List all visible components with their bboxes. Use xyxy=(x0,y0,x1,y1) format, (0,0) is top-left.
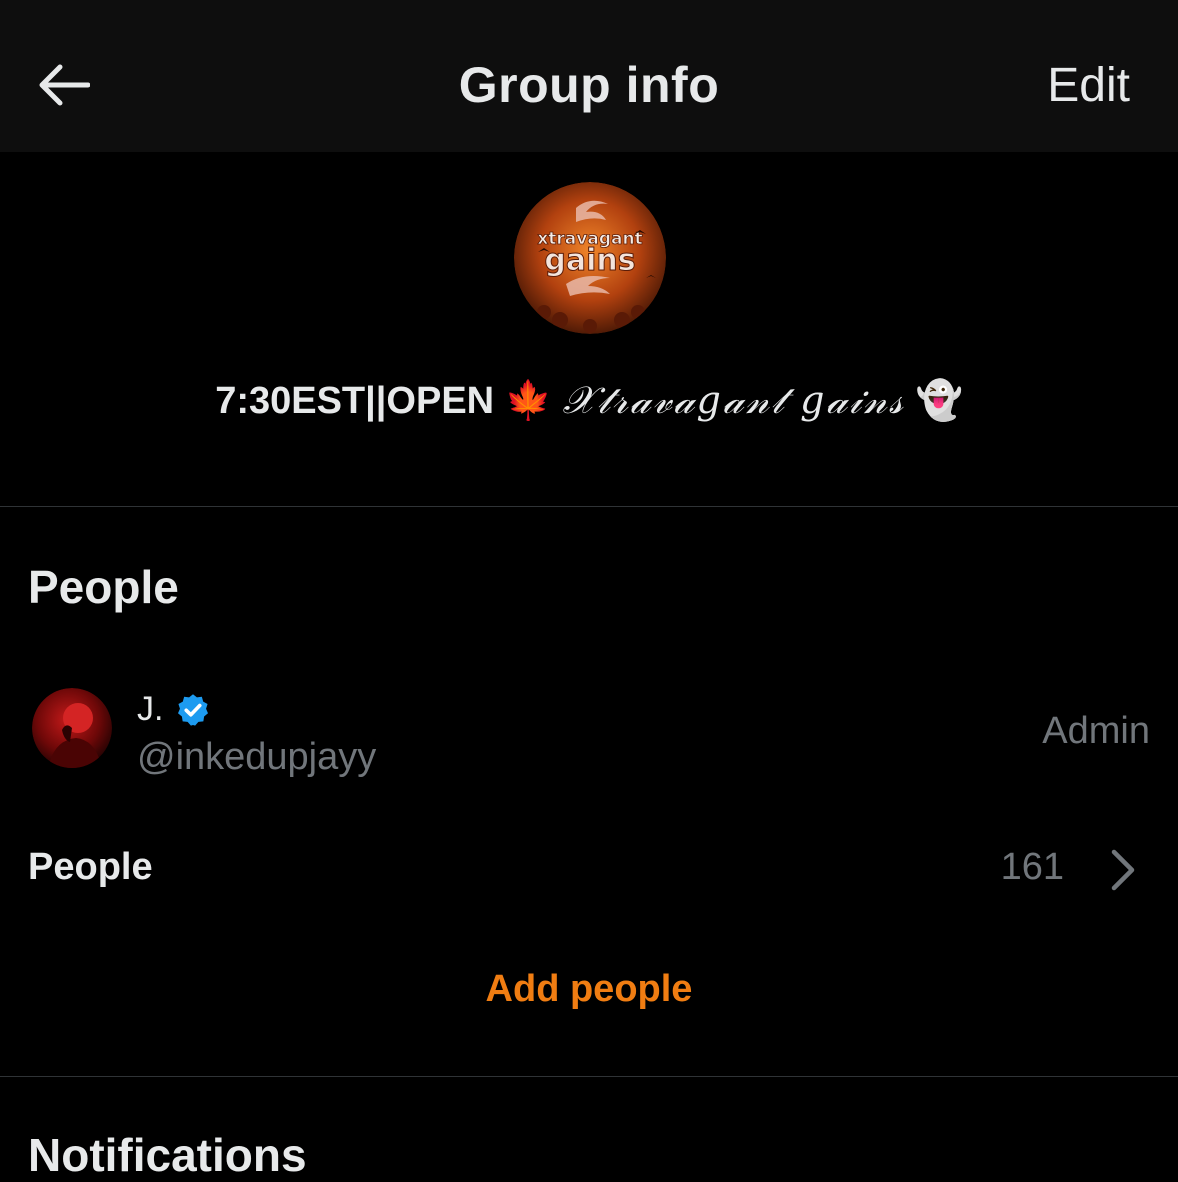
notifications-section-title: Notifications xyxy=(28,1129,307,1181)
people-section-title: People xyxy=(28,561,179,613)
member-handle: @inkedupjayy xyxy=(137,736,377,778)
divider xyxy=(0,506,1178,507)
people-list-row[interactable]: People 161 xyxy=(0,830,1178,910)
group-name-prefix: 7:30EST||OPEN xyxy=(215,380,495,422)
people-count: 161 xyxy=(1000,846,1064,888)
member-name: J. xyxy=(137,690,211,729)
maple-leaf-emoji: 🍁 xyxy=(504,380,552,422)
add-people-button[interactable]: Add people xyxy=(0,968,1178,1011)
page-title: Group info xyxy=(458,57,720,113)
group-name-fancy: 𝒳𝓉𝓇𝒶𝓋𝒶𝑔𝒶𝓃𝓉 𝑔𝒶𝒾𝓃𝓈 xyxy=(562,378,905,422)
verified-badge-icon xyxy=(178,693,209,726)
people-row-label: People xyxy=(28,846,153,888)
member-display-name: J. xyxy=(137,690,164,728)
group-logo-image: xtravagant gains xyxy=(514,182,666,334)
group-name: 7:30EST||OPEN 🍁 𝒳𝓉𝓇𝒶𝓋𝒶𝑔𝒶𝓃𝓉 𝑔𝒶𝒾𝓃𝓈 👻 xyxy=(0,378,1178,423)
chevron-right-icon xyxy=(1111,849,1135,891)
group-avatar[interactable]: xtravagant gains xyxy=(514,182,666,334)
member-row[interactable]: J. @inkedupjayy Admin xyxy=(0,670,1178,790)
ghost-emoji: 👻 xyxy=(915,380,963,422)
member-avatar-image xyxy=(32,688,112,768)
divider xyxy=(0,1076,1178,1077)
top-bar: Group info Edit xyxy=(0,0,1178,152)
group-logo-text-bottom: gains xyxy=(544,243,635,278)
member-role-badge: Admin xyxy=(1042,710,1150,752)
avatar[interactable] xyxy=(32,688,112,768)
edit-button[interactable]: Edit xyxy=(1047,58,1130,113)
